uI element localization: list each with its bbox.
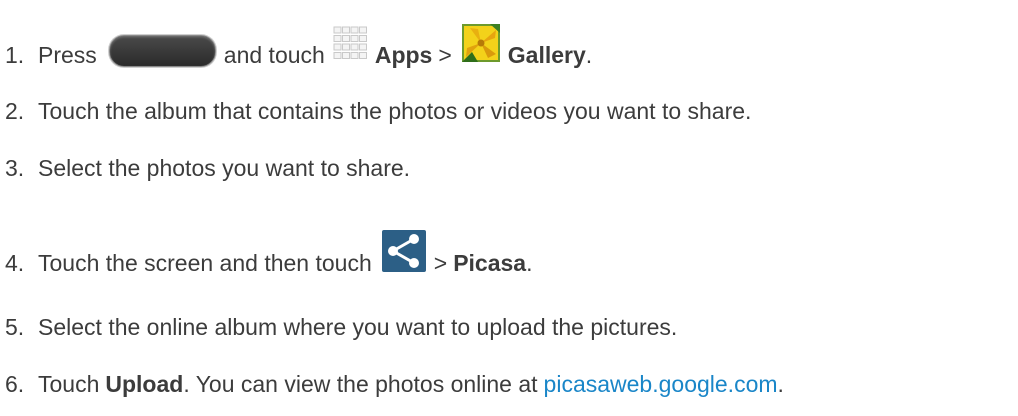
picasaweb-link[interactable]: picasaweb.google.com	[544, 373, 778, 396]
step-text: Press	[38, 41, 97, 68]
step-number: 3.	[5, 155, 25, 181]
step-4: 4. Touch the screen and then touch > Pic…	[5, 230, 533, 286]
step-number: 6.	[5, 371, 25, 397]
step-text: Select the online album where you want t…	[38, 314, 678, 340]
apps-grid-icon	[333, 26, 367, 64]
step-2: 2. Touch the album that contains the pho…	[5, 100, 751, 123]
apps-label: Apps	[374, 41, 433, 68]
step-text: Touch	[38, 371, 100, 397]
home-button-icon	[108, 35, 216, 67]
step-text: Touch the album that contains the photos…	[38, 98, 752, 124]
separator: >	[433, 249, 448, 276]
step-text: and touch	[223, 41, 325, 68]
gallery-icon	[461, 24, 500, 66]
step-number: 1.	[5, 41, 25, 68]
step-number: 4.	[5, 249, 25, 276]
step-1: 1. Press and touch Apps > Gallery .	[5, 24, 593, 76]
step-number: 5.	[5, 314, 25, 340]
period: .	[777, 371, 784, 397]
step-text: Select the photos you want to share.	[38, 155, 411, 181]
step-6: 6. Touch Upload . You can view the photo…	[5, 373, 784, 396]
picasa-label: Picasa	[453, 249, 527, 276]
step-number: 2.	[5, 98, 25, 124]
step-3: 3. Select the photos you want to share.	[5, 157, 410, 180]
step-text: Touch the screen and then touch	[38, 249, 372, 276]
period: .	[585, 41, 593, 68]
separator: >	[438, 41, 452, 68]
upload-label: Upload	[105, 371, 184, 397]
share-icon	[381, 230, 426, 276]
step-5: 5. Select the online album where you wan…	[5, 316, 677, 339]
period: .	[526, 249, 533, 276]
gallery-label: Gallery	[507, 41, 586, 68]
step-text: . You can view the photos online at	[183, 371, 538, 397]
